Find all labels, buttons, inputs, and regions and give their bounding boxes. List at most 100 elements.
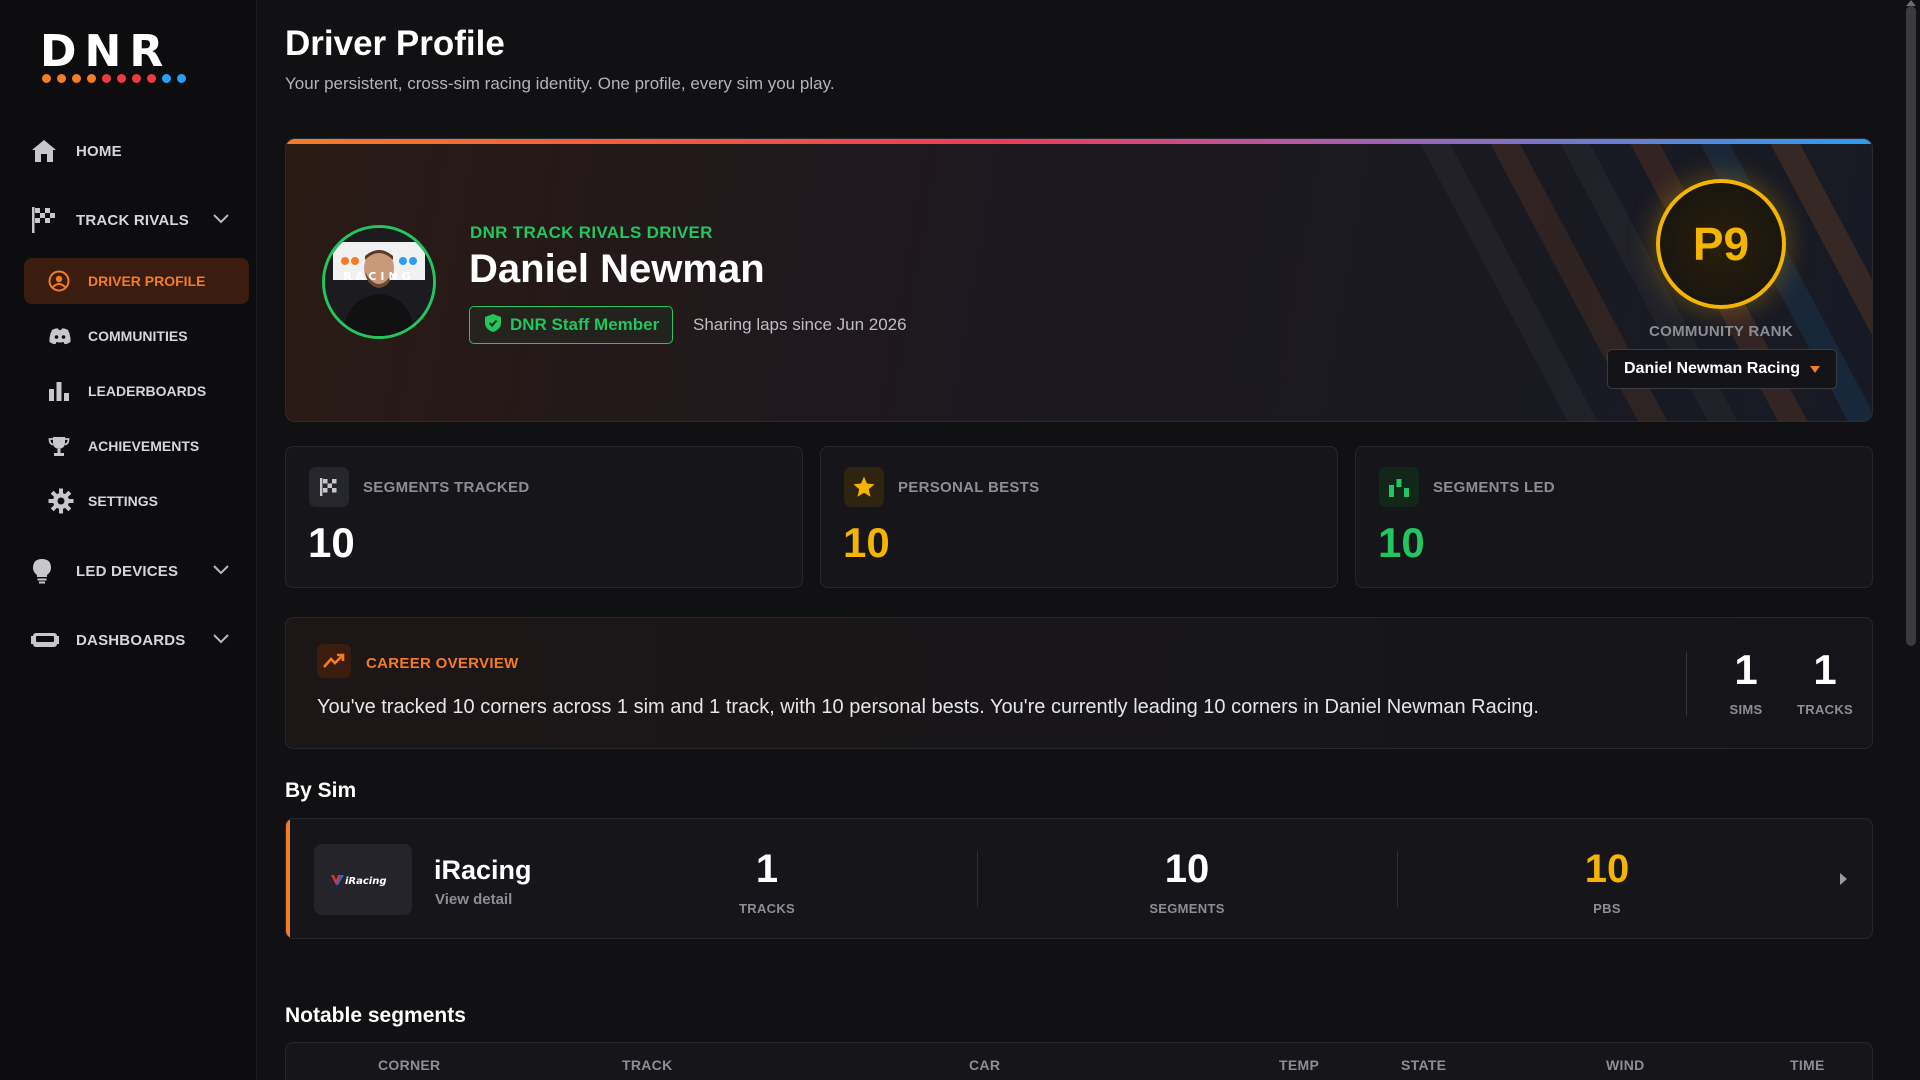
logo-dot — [102, 74, 111, 83]
community-rank-badge: P9 — [1656, 179, 1786, 309]
column-header[interactable]: TRACK — [622, 1057, 673, 1073]
sim-pbs-stat: 10 PBS — [1507, 847, 1707, 916]
logo-dot — [87, 74, 96, 83]
sim-name: iRacing — [434, 855, 532, 885]
chevron-down-icon[interactable] — [213, 562, 229, 579]
community-select-value: Daniel Newman Racing — [1624, 360, 1801, 377]
nav-leaderboards[interactable]: LEADERBOARDS — [24, 368, 249, 414]
logo-dot — [42, 74, 51, 83]
chevron-down-icon[interactable] — [213, 211, 229, 228]
nav-home[interactable]: HOME — [24, 128, 249, 174]
column-header[interactable]: CAR — [969, 1057, 1000, 1073]
stat-label: PERSONAL BESTS — [898, 479, 1040, 496]
dashboard-icon — [24, 631, 64, 649]
career-overview-card: CAREER OVERVIEW You've tracked 10 corner… — [285, 617, 1873, 749]
logo-dot — [72, 74, 81, 83]
nav-achievements-label: ACHIEVEMENTS — [88, 438, 200, 454]
checkered-flag-icon — [24, 206, 64, 234]
nav-achievements[interactable]: ACHIEVEMENTS — [24, 423, 249, 469]
career-overview-text: You've tracked 10 corners across 1 sim a… — [317, 696, 1539, 718]
career-sims-stat: 1 SIMS — [1706, 648, 1786, 718]
logo-dot — [162, 74, 171, 83]
career-tracks-label: TRACKS — [1797, 702, 1853, 717]
driver-hero-card: RACING DNR TRACK RIVALS DRIVER Daniel Ne… — [285, 138, 1873, 422]
logo-dot — [57, 74, 66, 83]
logo-dot — [132, 74, 141, 83]
stat-label: SEGMENTS LED — [1433, 479, 1555, 496]
bar-chart-icon — [48, 381, 76, 401]
stat-card-personal-bests: PERSONAL BESTS 10 — [820, 446, 1338, 588]
column-header[interactable]: TEMP — [1279, 1057, 1319, 1073]
column-header[interactable]: CORNER — [378, 1057, 440, 1073]
user-circle-icon — [48, 270, 76, 292]
stat-value: 10 — [843, 519, 890, 566]
sim-pbs-label: PBS — [1593, 901, 1621, 916]
logo-dot — [117, 74, 126, 83]
chevron-right-icon[interactable] — [1840, 873, 1847, 885]
star-icon — [844, 467, 884, 507]
community-rank-label: COMMUNITY RANK — [1649, 323, 1793, 340]
sidebar: DNR HOME TRACK RIVALS DRIVER PROFILE COM… — [0, 0, 257, 1080]
nav-driver-profile-label: DRIVER PROFILE — [88, 273, 206, 289]
nav-dashboards-label: DASHBOARDS — [76, 631, 186, 649]
sim-row-iracing[interactable]: iRacing iRacing View detail 1 TRACKS 10 … — [285, 818, 1873, 939]
nav-track-rivals[interactable]: TRACK RIVALS — [24, 197, 249, 243]
sim-segments-label: SEGMENTS — [1149, 901, 1225, 916]
sim-tracks-stat: 1 TRACKS — [667, 847, 867, 916]
nav-driver-profile[interactable]: DRIVER PROFILE — [24, 258, 249, 304]
sim-pbs-value: 10 — [1584, 847, 1630, 891]
scrollbar-thumb[interactable] — [1906, 6, 1916, 646]
dnr-logo[interactable]: DNR — [40, 26, 216, 83]
chevron-down-icon[interactable] — [213, 631, 229, 648]
nav-dashboards[interactable]: DASHBOARDS — [24, 617, 249, 663]
member-since: Sharing laps since Jun 2026 — [693, 315, 907, 334]
nav-track-rivals-label: TRACK RIVALS — [76, 211, 189, 229]
nav-communities-label: COMMUNITIES — [88, 328, 188, 344]
nav-leaderboards-label: LEADERBOARDS — [88, 383, 207, 399]
sim-tracks-label: TRACKS — [739, 901, 795, 916]
nav-home-label: HOME — [76, 142, 122, 160]
by-sim-title: By Sim — [285, 779, 357, 802]
logo-text: DNR — [40, 26, 172, 77]
column-header[interactable]: WIND — [1606, 1057, 1645, 1073]
nav-communities[interactable]: COMMUNITIES — [24, 313, 249, 359]
caret-down-icon — [1810, 366, 1820, 373]
iracing-logo-text: iRacing — [345, 876, 387, 887]
trophy-icon — [48, 435, 76, 457]
community-select[interactable]: Daniel Newman Racing — [1607, 349, 1837, 389]
stat-label: SEGMENTS TRACKED — [363, 479, 530, 496]
logo-dot — [177, 74, 186, 83]
checkered-flag-icon — [309, 467, 349, 507]
nav-led-devices[interactable]: LED DEVICES — [24, 548, 249, 594]
lightbulb-icon — [24, 558, 64, 584]
notable-segments-title: Notable segments — [285, 1004, 466, 1027]
driver-name: Daniel Newman — [469, 247, 765, 291]
stat-card-segments-led: SEGMENTS LED 10 — [1355, 446, 1873, 588]
stat-card-segments-tracked: SEGMENTS TRACKED 10 — [285, 446, 803, 588]
avatar-shirt-text: RACING — [343, 270, 414, 283]
discord-icon — [48, 327, 76, 345]
logo-dot — [147, 74, 156, 83]
home-icon — [24, 139, 64, 163]
career-divider — [1686, 652, 1687, 716]
stat-value: 10 — [1378, 519, 1425, 566]
career-overview-label: CAREER OVERVIEW — [366, 655, 519, 672]
shield-icon — [484, 313, 502, 338]
career-tracks-stat: 1 TRACKS — [1785, 646, 1865, 718]
stat-value: 10 — [308, 519, 355, 566]
nav-led-devices-label: LED DEVICES — [76, 562, 179, 580]
avatar: RACING — [322, 225, 436, 339]
column-header[interactable]: STATE — [1401, 1057, 1446, 1073]
trend-up-icon — [317, 644, 351, 678]
nav-settings[interactable]: SETTINGS — [24, 478, 249, 524]
sim-row-accent — [286, 819, 290, 938]
notable-segments-table: CORNER TRACK CAR TEMP STATE WIND TIME — [285, 1042, 1873, 1080]
gear-icon — [48, 488, 76, 514]
view-detail-link[interactable]: View detail — [435, 891, 512, 908]
career-tracks-value: 1 — [1813, 646, 1837, 693]
page-title: Driver Profile — [285, 24, 505, 63]
staff-badge-label: DNR Staff Member — [510, 315, 660, 334]
nav-settings-label: SETTINGS — [88, 493, 159, 509]
column-header[interactable]: TIME — [1790, 1057, 1825, 1073]
sim-segments-value: 10 — [1164, 847, 1210, 891]
